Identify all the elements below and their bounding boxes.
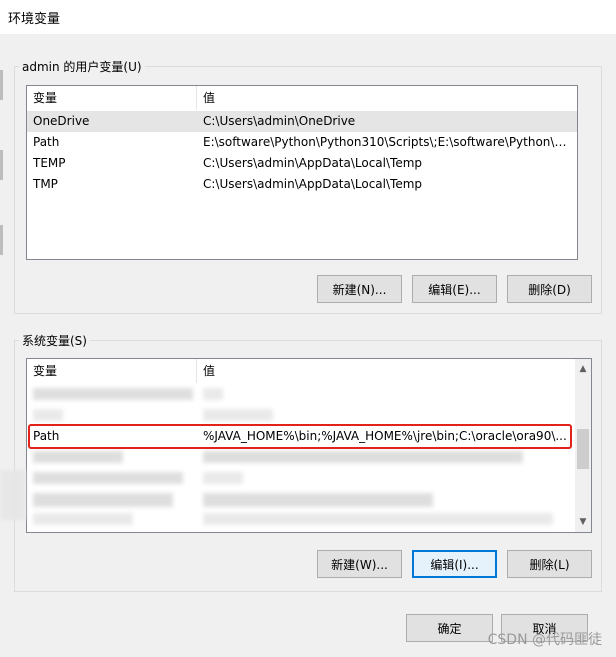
blurred-row <box>33 493 173 507</box>
system-variables-header: 变量 值 <box>27 359 575 383</box>
column-header-value[interactable]: 值 <box>197 86 577 110</box>
window-title: 环境变量 <box>8 12 61 27</box>
user-delete-button[interactable]: 删除(D) <box>507 275 592 303</box>
table-row[interactable]: TEMP C:\Users\admin\AppData\Local\Temp <box>27 153 577 174</box>
blurred-row <box>203 409 273 421</box>
table-row[interactable]: Path E:\software\Python\Python310\Script… <box>27 132 577 153</box>
user-new-button[interactable]: 新建(N)... <box>317 275 402 303</box>
variable-name: Path <box>33 135 60 149</box>
blurred-row <box>203 513 553 525</box>
blurred-row <box>33 409 63 421</box>
system-delete-button[interactable]: 删除(L) <box>507 550 592 578</box>
variable-value: C:\Users\admin\OneDrive <box>203 114 356 128</box>
variable-value: C:\Users\admin\AppData\Local\Temp <box>203 177 423 191</box>
variable-name: TEMP <box>33 156 66 170</box>
background-window-edge <box>0 150 3 180</box>
system-variables-label: 系统变量(S) <box>19 332 90 349</box>
column-header-variable[interactable]: 变量 <box>27 359 197 383</box>
variable-name: TMP <box>33 177 58 191</box>
system-edit-button[interactable]: 编辑(I)... <box>412 550 497 578</box>
blurred-row <box>203 493 433 507</box>
user-variables-list[interactable]: 变量 值 OneDrive C:\Users\admin\OneDrive Pa… <box>26 85 578 260</box>
variable-name: OneDrive <box>33 114 90 128</box>
blurred-row <box>203 388 223 400</box>
user-variables-header: 变量 值 <box>27 86 577 110</box>
column-header-variable[interactable]: 变量 <box>27 86 197 110</box>
user-edit-button[interactable]: 编辑(E)... <box>412 275 497 303</box>
ok-button[interactable]: 确定 <box>406 614 493 642</box>
scroll-down-icon[interactable]: ▼ <box>575 514 591 530</box>
system-list-scrollbar[interactable]: ▲ ▼ <box>575 359 591 532</box>
variable-value: E:\software\Python\Python310\Scripts\;E:… <box>203 135 573 149</box>
blurred-row <box>33 388 193 400</box>
table-row[interactable]: TMP C:\Users\admin\AppData\Local\Temp <box>27 174 577 195</box>
background-window-edge <box>0 225 3 255</box>
background-window-edge <box>0 70 3 100</box>
blurred-row <box>203 472 243 484</box>
blurred-row <box>33 472 183 484</box>
scrollbar-thumb[interactable] <box>577 429 589 469</box>
blurred-row <box>33 451 123 463</box>
watermark: CSDN @代码匪徒 <box>487 632 602 648</box>
title-bar[interactable]: 环境变量 <box>0 0 616 34</box>
table-row[interactable]: OneDrive C:\Users\admin\OneDrive <box>27 111 577 132</box>
variable-value: C:\Users\admin\AppData\Local\Temp <box>203 156 423 170</box>
blurred-row <box>33 513 133 525</box>
blurred-row <box>0 470 26 520</box>
column-header-value[interactable]: 值 <box>197 359 575 383</box>
scroll-up-icon[interactable]: ▲ <box>575 361 591 377</box>
user-variables-label: admin 的用户变量(U) <box>19 58 145 75</box>
blurred-row <box>203 451 523 463</box>
path-row-highlight <box>28 424 572 449</box>
system-new-button[interactable]: 新建(W)... <box>317 550 402 578</box>
